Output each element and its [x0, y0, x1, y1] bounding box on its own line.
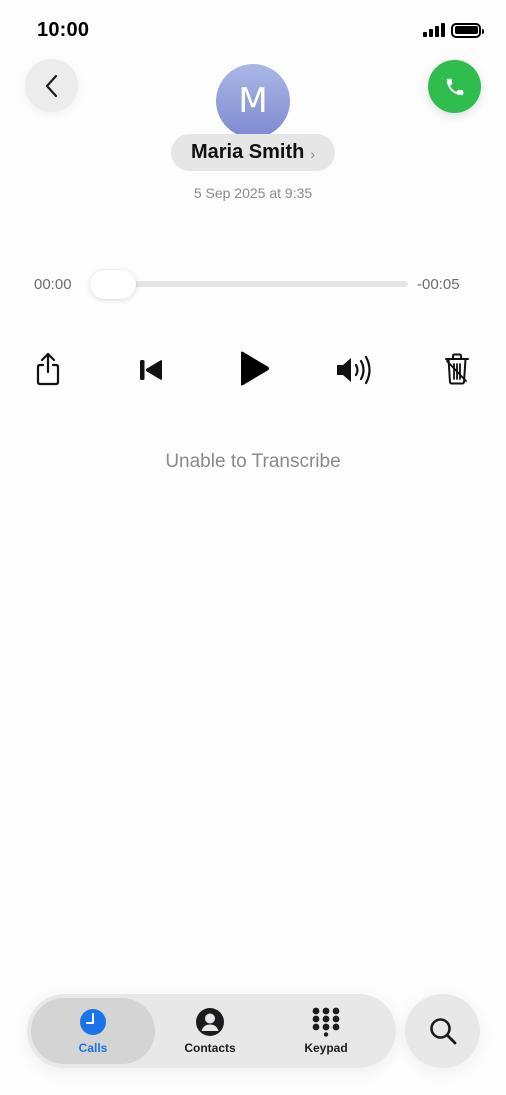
person-circle-icon	[195, 1007, 225, 1037]
contact-name: Maria Smith	[190, 141, 305, 163]
share-button[interactable]	[33, 350, 63, 388]
skip-back-icon	[140, 360, 162, 380]
speaker-button[interactable]	[334, 352, 376, 388]
share-icon	[36, 352, 60, 386]
play-button[interactable]	[234, 348, 274, 390]
playback-track[interactable]	[98, 281, 408, 287]
tab-bar: Calls Contacts Keypad	[27, 994, 396, 1068]
transcript-status: Unable to Transcribe	[165, 451, 341, 472]
remaining-time: -00:05	[417, 276, 460, 293]
status-time: 10:00	[37, 19, 90, 41]
keypad-grid-icon	[311, 1007, 341, 1037]
phone-icon	[446, 78, 463, 95]
tab-keypad[interactable]: Keypad	[267, 998, 385, 1064]
playback-scrubber-knob[interactable]	[90, 270, 136, 299]
delete-button[interactable]	[442, 350, 472, 388]
skip-back-button[interactable]	[134, 355, 168, 385]
chevron-left-icon	[45, 74, 57, 97]
voicemail-date: 5 Sep 2025 at 9:35	[193, 185, 313, 201]
signal-icon	[423, 23, 445, 37]
voicemail-detail-screen: 10:00 M Maria Smith › 5 Sep 2025 at 9:35…	[0, 0, 506, 1095]
elapsed-time: 00:00	[34, 276, 72, 293]
search-icon	[429, 1018, 456, 1045]
call-button[interactable]	[428, 60, 481, 113]
tab-keypad-label: Keypad	[304, 1041, 348, 1055]
chevron-right-icon: ›	[310, 145, 316, 162]
play-icon	[241, 351, 269, 386]
contact-avatar: M	[216, 64, 290, 138]
clock-icon	[78, 1007, 108, 1037]
status-icons	[423, 22, 484, 38]
tab-calls-label: Calls	[78, 1041, 108, 1055]
tab-calls[interactable]: Calls	[31, 998, 155, 1064]
battery-icon	[451, 22, 484, 38]
search-button[interactable]	[405, 994, 480, 1068]
tab-contacts-label: Contacts	[184, 1041, 236, 1055]
tab-contacts[interactable]: Contacts	[151, 998, 269, 1064]
speaker-icon	[337, 355, 371, 385]
contact-name-pill[interactable]: Maria Smith ›	[171, 134, 335, 171]
trash-icon	[445, 353, 469, 385]
back-button[interactable]	[25, 59, 78, 112]
